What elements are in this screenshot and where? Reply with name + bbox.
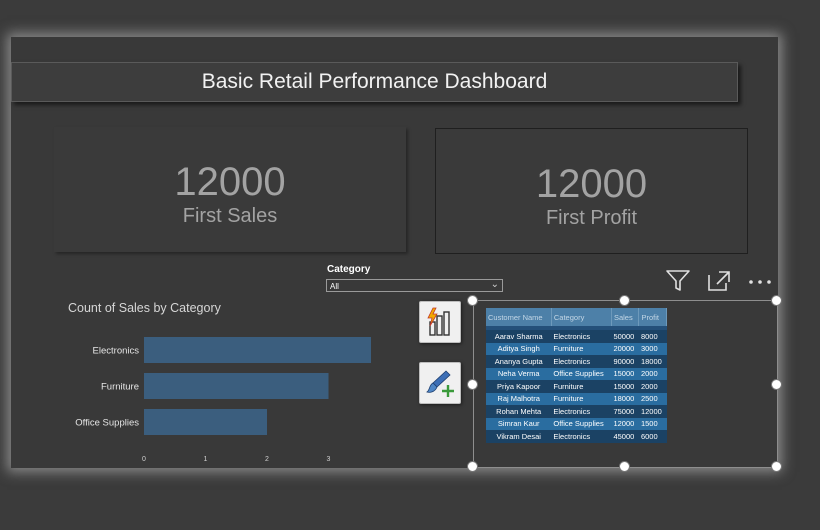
table-cell: 45000 — [611, 430, 639, 443]
table-row[interactable]: Ananya Gupta Electronics 90000 18000 — [486, 355, 667, 368]
table-cell: 18000 — [611, 392, 639, 405]
column-header-sales[interactable]: Sales — [611, 308, 640, 326]
table-cell: 90000 — [611, 355, 639, 368]
table-cell: 18000 — [638, 355, 667, 368]
kpi-card-first-sales[interactable]: 12000 First Sales — [54, 127, 406, 252]
table-cell: Raj Malhotra — [486, 392, 552, 405]
report-canvas: Basic Retail Performance Dashboard 12000… — [11, 37, 782, 472]
focus-mode-icon[interactable] — [706, 269, 732, 298]
table-cell: 12000 — [638, 405, 667, 418]
table-cell: 2500 — [638, 392, 667, 405]
table-cell: 15000 — [611, 367, 639, 380]
bar-furniture[interactable] — [144, 373, 329, 399]
table-body: Aarav Sharma Electronics 50000 8000 Aditya S… — [486, 326, 667, 443]
bar-office-supplies[interactable] — [144, 409, 267, 435]
table-cell: Aarav Sharma — [486, 330, 552, 343]
kpi-card-first-profit[interactable]: 12000 First Profit — [435, 128, 748, 254]
filter-icon[interactable] — [665, 269, 691, 298]
chart-title: Count of Sales by Category — [68, 301, 221, 315]
visual-header-icons — [663, 269, 778, 295]
table-cell: 2000 — [638, 380, 667, 393]
table-cell: Furniture — [551, 392, 612, 405]
dashboard-title[interactable]: Basic Retail Performance Dashboard — [11, 62, 738, 102]
column-header-customer-name[interactable]: Customer Name — [486, 308, 552, 326]
table-cell: 1500 — [638, 417, 667, 430]
table-cell: 8000 — [638, 330, 667, 343]
table-row[interactable]: Neha Verma Office Supplies 15000 2000 — [486, 367, 667, 380]
resize-handle-top-right[interactable] — [771, 295, 782, 306]
table-cell: 6000 — [638, 430, 667, 443]
table-cell: Neha Verma — [486, 367, 552, 380]
table-cell: 15000 — [611, 380, 639, 393]
table-row[interactable]: Raj Malhotra Furniture 18000 2500 — [486, 392, 667, 405]
bar-chart[interactable]: ElectronicsFurnitureOffice Supplies01234 — [61, 327, 371, 467]
category-axis-label: Office Supplies — [75, 418, 139, 429]
x-axis-tick-label: 2 — [265, 456, 269, 463]
table-cell: Electronics — [551, 355, 612, 368]
format-visual-button[interactable] — [419, 362, 461, 404]
slicer-title: Category — [327, 264, 371, 275]
bar-electronics[interactable] — [144, 337, 371, 363]
table-cell: Rohan Mehta — [486, 405, 552, 418]
x-axis-tick-label: 1 — [204, 456, 208, 463]
table-cell: Aditya Singh — [486, 342, 552, 355]
build-visual-icon — [427, 307, 450, 336]
x-axis-tick-label: 3 — [327, 456, 331, 463]
resize-handle-right[interactable] — [771, 379, 782, 390]
table-row[interactable]: Priya Kapoor Furniture 15000 2000 — [486, 380, 667, 393]
table-row[interactable]: Simran Kaur Office Supplies 12000 1500 — [486, 417, 667, 430]
resize-handle-top-left[interactable] — [467, 295, 478, 306]
more-options-icon[interactable] — [747, 269, 775, 298]
category-axis-label: Furniture — [101, 382, 139, 393]
table-cell: Office Supplies — [551, 367, 612, 380]
chevron-down-icon[interactable]: ⌄ — [491, 278, 499, 291]
table-cell: Office Supplies — [551, 417, 612, 430]
resize-handle-top[interactable] — [619, 295, 630, 306]
category-slicer-dropdown[interactable]: All ⌄ — [326, 279, 503, 292]
category-axis-label: Electronics — [93, 346, 140, 357]
table-cell: Ananya Gupta — [486, 355, 552, 368]
kpi-value: 12000 — [535, 162, 648, 206]
table-cell: 3000 — [638, 342, 667, 355]
sales-table[interactable]: Customer Name Category Sales Profit Aara… — [486, 308, 667, 443]
column-header-category[interactable]: Category — [551, 308, 612, 326]
kpi-value: 12000 — [174, 160, 286, 204]
table-cell: 20000 — [611, 342, 639, 355]
table-cell: Electronics — [551, 430, 612, 443]
slicer-value: All — [330, 282, 339, 291]
table-cell: Furniture — [551, 342, 612, 355]
format-visual-icon — [426, 370, 454, 397]
table-cell: Electronics — [551, 330, 612, 343]
column-header-profit[interactable]: Profit — [638, 308, 667, 326]
table-header-row: Customer Name Category Sales Profit — [486, 308, 667, 326]
resize-handle-left[interactable] — [467, 379, 478, 390]
x-axis-tick-label: 0 — [142, 456, 146, 463]
table-cell: Priya Kapoor — [486, 380, 552, 393]
table-row[interactable]: Aarav Sharma Electronics 50000 8000 — [486, 330, 667, 343]
table-cell: Vikram Desai — [486, 430, 552, 443]
kpi-label: First Profit — [545, 207, 638, 229]
table-row[interactable]: Rohan Mehta Electronics 75000 12000 — [486, 405, 667, 418]
resize-handle-bottom[interactable] — [619, 461, 630, 472]
table-cell: 50000 — [611, 330, 639, 343]
table-cell: 75000 — [611, 405, 639, 418]
table-cell: 2000 — [638, 367, 667, 380]
table-row[interactable]: Aditya Singh Furniture 20000 3000 — [486, 342, 667, 355]
table-row[interactable]: Vikram Desai Electronics 45000 6000 — [486, 430, 667, 443]
table-cell: 12000 — [611, 417, 639, 430]
build-visual-button[interactable] — [419, 301, 461, 343]
table-cell: Simran Kaur — [486, 417, 552, 430]
resize-handle-bottom-right[interactable] — [771, 461, 782, 472]
table-cell: Electronics — [551, 405, 612, 418]
kpi-label: First Sales — [182, 205, 278, 227]
table-cell: Furniture — [551, 380, 612, 393]
resize-handle-bottom-left[interactable] — [467, 461, 478, 472]
